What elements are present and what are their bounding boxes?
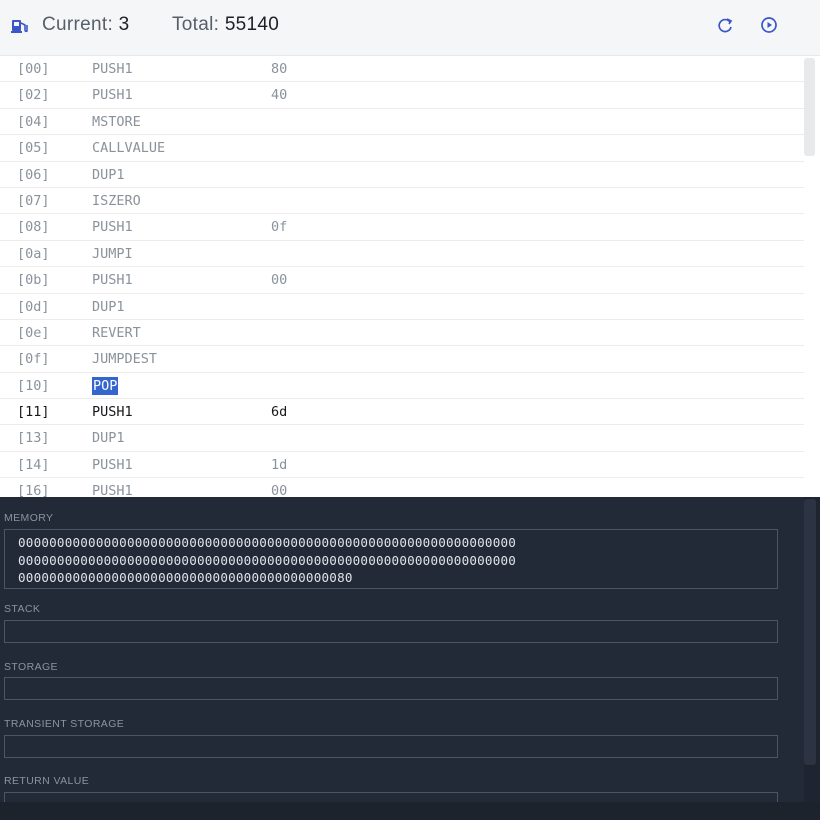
opcode-pc: [00] (17, 61, 50, 77)
opcode-arg: 1d (271, 456, 288, 473)
opcode-arg: 40 (271, 87, 288, 104)
opcode-row[interactable]: [00] PUSH1 80 (0, 56, 804, 83)
memory-line: 0000000000000000000000000000000000000000… (18, 535, 517, 550)
memory-label: MEMORY (4, 512, 54, 524)
opcode-list[interactable]: [00] PUSH1 80 [02] PUSH1 40 [04] MSTORE [05] CALL… (0, 56, 804, 497)
opcode-pc: [04] (17, 113, 50, 130)
opcode-row[interactable]: [08] PUSH1 0f (0, 214, 804, 241)
opcode-arg: 00 (271, 272, 288, 289)
opcode-pc: [0b] (17, 272, 50, 289)
opcode-arg: 00 (271, 483, 288, 497)
opcode-pc: [07] (17, 192, 50, 209)
opcode-row[interactable]: [05] CALLVALUE (0, 135, 804, 162)
opcode-name: PUSH1 (92, 219, 133, 236)
current-value: 3 (118, 14, 130, 35)
opcode-row[interactable]: [0d] DUP1 (0, 294, 804, 320)
opcode-name: PUSH1 (92, 87, 133, 104)
opcode-pc: [10] (17, 377, 50, 394)
memory-box[interactable]: 0000000000000000000000000000000000000000… (4, 529, 778, 589)
opcode-name: PUSH1 (92, 61, 133, 77)
stack-label: STACK (4, 603, 41, 615)
opcode-name: REVERT (92, 324, 141, 341)
opcode-name: DUP1 (92, 166, 125, 183)
replay-icon[interactable] (714, 14, 736, 36)
memory-line: 0000000000000000000000000000000000000000… (18, 570, 353, 585)
opcode-pc: [13] (17, 430, 50, 447)
opcode-name: PUSH1 (92, 404, 133, 421)
stack-box[interactable] (4, 620, 778, 643)
opcode-row[interactable]: [02] PUSH1 40 (0, 82, 804, 109)
opcode-row[interactable]: [11] PUSH1 6d (0, 399, 804, 426)
opcode-arg: 80 (271, 61, 288, 77)
opcode-name: PUSH1 (92, 456, 133, 473)
total-steps: Total: 55140 (172, 14, 279, 36)
current-label: Current: (42, 14, 114, 35)
transient-storage-label: TRANSIENT STORAGE (4, 718, 125, 730)
opcode-name: PUSH1 (92, 483, 133, 497)
opcode-name: DUP1 (92, 298, 125, 315)
opcode-row[interactable]: [13] DUP1 (0, 425, 804, 452)
opcode-pc: [08] (17, 219, 50, 236)
opcode-row[interactable]: [0e] REVERT (0, 320, 804, 347)
opcode-row[interactable]: [16] PUSH1 00 (0, 478, 804, 497)
transient-storage-box[interactable] (4, 735, 778, 758)
memory-line: 0000000000000000000000000000000000000000… (18, 552, 517, 568)
opcode-pc: [02] (17, 87, 50, 104)
opcode-arg: 6d (271, 404, 288, 421)
opcode-name: MSTORE (92, 113, 141, 130)
total-value: 55140 (224, 14, 280, 35)
opcode-pc: [11] (17, 404, 50, 421)
total-label: Total: (172, 14, 220, 35)
opcode-pc: [14] (17, 456, 50, 473)
return-value-label: RETURN VALUE (4, 775, 90, 787)
opcode-row[interactable]: [07] ISZERO (0, 188, 804, 215)
storage-label: STORAGE (4, 661, 58, 673)
toolbar: Current: 3 Total: 55140 (0, 0, 820, 56)
opcode-arg: 0f (271, 219, 288, 236)
opcode-scrollbar-thumb[interactable] (804, 58, 815, 156)
opcode-row[interactable]: [10] POP (0, 373, 804, 400)
state-panel: MEMORY 000000000000000000000000000000000… (0, 497, 820, 820)
play-circle-icon[interactable] (758, 14, 780, 36)
opcode-row[interactable]: [0b] PUSH1 00 (0, 267, 804, 294)
opcode-name: JUMPI (92, 245, 133, 262)
opcode-name: PUSH1 (92, 272, 133, 289)
opcode-list-panel[interactable]: [00] PUSH1 80 [02] PUSH1 40 [04] MSTORE [05] CALL… (0, 56, 820, 497)
opcode-row[interactable]: [06] DUP1 (0, 162, 804, 188)
opcode-name: CALLVALUE (92, 140, 166, 157)
opcode-pc: [0a] (17, 245, 50, 262)
opcode-name: JUMPDEST (92, 351, 158, 368)
opcode-pc: [06] (17, 166, 50, 183)
bottom-edge (0, 802, 820, 820)
opcode-row[interactable]: [04] MSTORE (0, 109, 804, 136)
opcode-pc: [0f] (17, 351, 50, 368)
opcode-row[interactable]: [14] PUSH1 1d (0, 452, 804, 479)
opcode-row[interactable]: [0f] JUMPDEST (0, 346, 804, 373)
opcode-name: ISZERO (92, 192, 141, 209)
panel-scrollbar-thumb[interactable] (804, 499, 816, 765)
opcode-pc: [0d] (17, 298, 50, 315)
opcode-row[interactable]: [0a] JUMPI (0, 241, 804, 268)
opcode-pc: [05] (17, 140, 50, 157)
storage-box[interactable] (4, 677, 778, 700)
opcode-pc: [16] (17, 483, 50, 497)
opcode-name: DUP1 (92, 430, 125, 447)
gas-pump-icon (11, 20, 28, 33)
opcode-name: POP (92, 376, 119, 395)
memory-value: 0000000000000000000000000000000000000000… (5, 530, 777, 587)
current-step: Current: 3 (42, 14, 130, 36)
opcode-pc: [0e] (17, 324, 50, 341)
